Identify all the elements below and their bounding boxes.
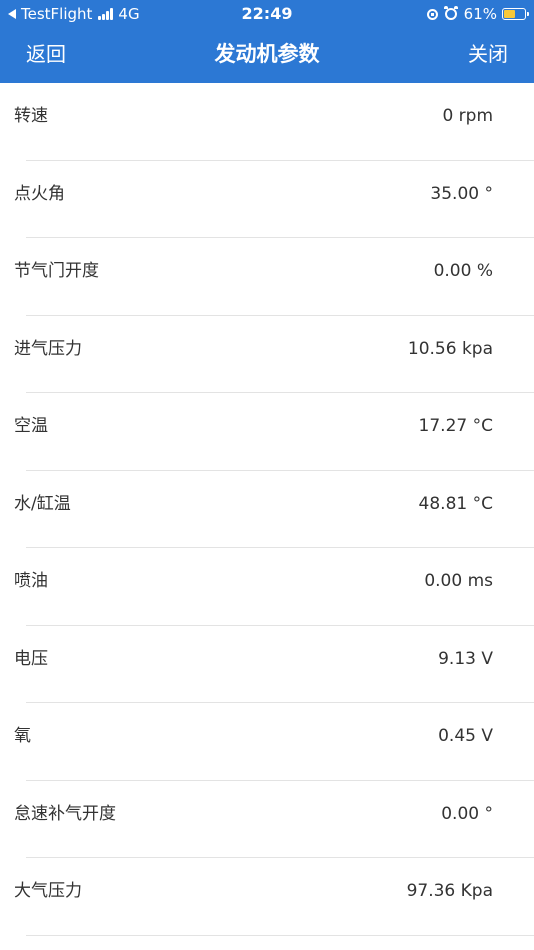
param-label: 点火角	[14, 183, 65, 204]
param-value: 97.36 Kpa	[406, 881, 493, 901]
row-divider	[26, 934, 534, 936]
param-label: 怠速补气开度	[14, 803, 116, 824]
page-title: 发动机参数	[214, 42, 320, 66]
param-label: 氧	[14, 726, 31, 746]
list-item: 水/缸温 48.81 °C	[0, 471, 534, 548]
list-item: 点火角 35.00 °	[0, 161, 534, 238]
close-button[interactable]: 关闭	[468, 28, 508, 80]
param-label: 进气压力	[14, 338, 82, 359]
battery-tip	[527, 12, 529, 16]
rotation-lock-icon	[426, 8, 438, 20]
param-value: 48.81 °C	[418, 493, 493, 514]
app-header: TestFlight 4G 22:49 61% 返回 发动机参数 关闭	[0, 0, 534, 83]
battery-icon	[502, 8, 529, 20]
alarm-icon	[443, 6, 458, 20]
battery-level-fill	[504, 10, 516, 18]
param-value: 10.56 kpa	[407, 338, 493, 359]
list-item: 空温 17.27 °C	[0, 393, 534, 471]
param-value: 35.00 °	[430, 183, 493, 204]
list-item: 节气门开度 0.00 %	[0, 238, 534, 316]
list-item: 喷油 0.00 ms	[0, 548, 534, 626]
list-item: 进气压力 10.56 kpa	[0, 316, 534, 393]
list-item: 电压 9.13 V	[0, 626, 534, 703]
param-value: 0.00 ms	[424, 571, 493, 591]
param-label: 节气门开度	[14, 261, 99, 281]
param-value: 0 rpm	[442, 106, 493, 126]
battery-percent: 61%	[463, 5, 497, 23]
list-item: 怠速补气开度 0.00 °	[0, 781, 534, 858]
list-item: 氧 0.45 V	[0, 703, 534, 781]
list-item: 转速 0 rpm	[0, 83, 534, 161]
engine-params-list: 转速 0 rpm 点火角 35.00 ° 节气门开度 0.00 % 进气压力 10.56 kp…	[0, 83, 534, 936]
param-label: 电压	[14, 648, 48, 669]
param-value: 0.00 %	[433, 261, 493, 281]
param-value: 17.27 °C	[418, 416, 493, 436]
param-value: 9.13 V	[438, 648, 493, 669]
param-label: 空温	[14, 416, 48, 436]
param-value: 0.00 °	[441, 803, 493, 824]
list-item: 大气压力 97.36 Kpa	[0, 858, 534, 936]
param-label: 喷油	[14, 571, 48, 591]
status-right: 61%	[426, 0, 529, 28]
navigation-bar: 返回 发动机参数 关闭	[0, 28, 534, 83]
param-value: 0.45 V	[438, 726, 493, 746]
param-label: 转速	[14, 106, 48, 126]
status-bar: TestFlight 4G 22:49 61%	[0, 0, 534, 28]
param-label: 大气压力	[14, 881, 82, 901]
param-label: 水/缸温	[14, 493, 71, 514]
